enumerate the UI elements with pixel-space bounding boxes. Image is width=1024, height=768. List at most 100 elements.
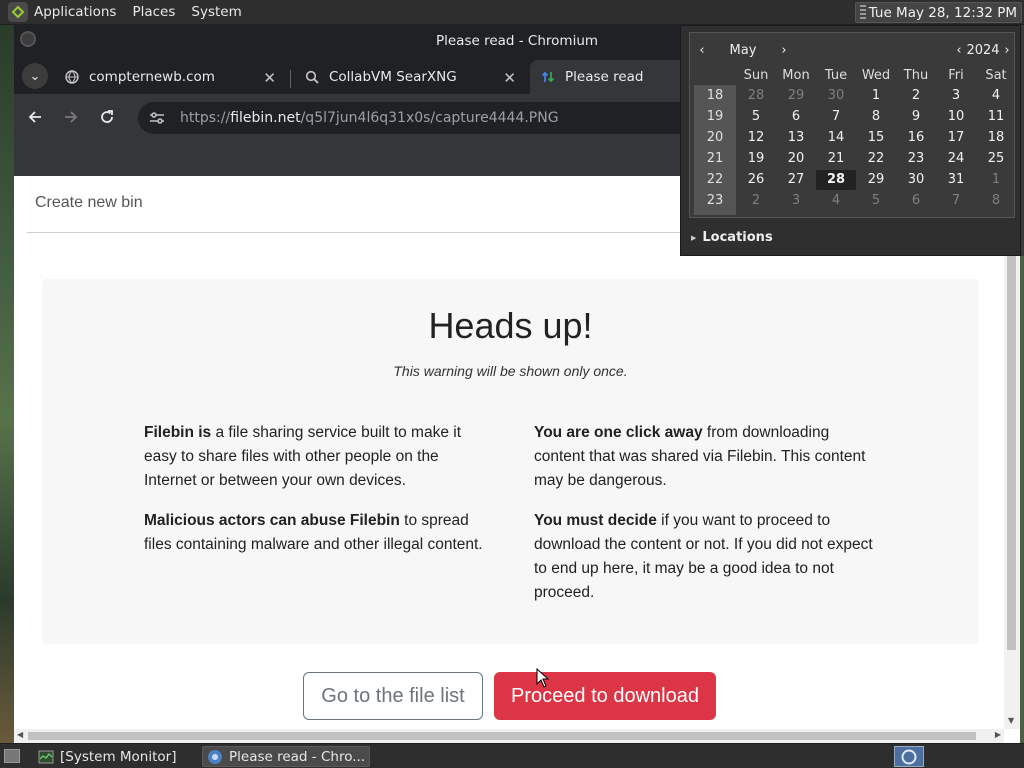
address-bar[interactable]: https://filebin.net/q5l7jun4l6q31x0s/cap… [138,102,738,134]
calendar-day[interactable]: 17 [936,128,976,148]
calendar-day[interactable]: 24 [936,149,976,169]
calendar-day[interactable]: 30 [896,170,936,190]
paragraph-one-click-away: You are one click away from downloading … [534,421,879,493]
calendar-day[interactable]: 6 [896,191,936,211]
bottom-taskbar: [System Monitor] Please read - Chro... [0,743,1024,768]
tab-compternewb[interactable]: compternewb.com ✕ [54,60,286,94]
calendar-day[interactable]: 3 [776,191,816,211]
calendar-day[interactable]: 8 [856,107,896,127]
calendar-day[interactable]: 21 [816,149,856,169]
month-selector: ‹ May › [694,39,792,61]
calendar-day[interactable]: 5 [856,191,896,211]
paragraph-you-must-decide: You must decide if you want to proceed t… [534,509,879,605]
next-year-icon[interactable]: › [1000,43,1014,58]
scroll-down-icon[interactable]: ▼ [1008,716,1014,725]
calendar-day[interactable]: 5 [736,107,776,127]
clock-handle-icon [859,4,866,21]
calendar-day[interactable]: 18 [976,128,1016,148]
tab-collabvm-searxng[interactable]: CollabVM SearXNG ✕ [294,60,526,94]
weekday-label: Mon [782,68,810,83]
menu-places[interactable]: Places [132,4,175,20]
calendar-day[interactable]: 16 [896,128,936,148]
calendar-day[interactable]: 8 [976,191,1016,211]
forward-button[interactable] [56,102,86,132]
task-chromium[interactable]: Please read - Chro... [202,746,370,767]
window-menu-icon[interactable] [20,31,36,47]
calendar-day[interactable]: 28 [816,170,856,190]
tab-search-button[interactable]: ⌄ [22,63,48,89]
paragraph-bold: Filebin is [144,424,212,441]
weekday-label: Tue [824,68,848,83]
calendar-day[interactable]: 29 [776,86,816,106]
distro-logo-icon[interactable] [8,2,28,22]
scrollbar-thumb[interactable] [28,732,976,740]
calendar-day[interactable]: 2 [896,86,936,106]
calendar-day[interactable]: 4 [976,86,1016,106]
calendar-day[interactable]: 1 [976,170,1016,190]
calendar-day[interactable]: 7 [816,107,856,127]
calendar-year: 2024 [966,42,1000,58]
calendar-day[interactable]: 3 [936,86,976,106]
scroll-right-icon[interactable]: ▶ [995,730,1001,739]
calendar-day[interactable]: 2 [736,191,776,211]
globe-icon [64,69,80,85]
calendar-day[interactable]: 30 [816,86,856,106]
calendar-day[interactable]: 12 [736,128,776,148]
close-tab-icon[interactable]: ✕ [503,69,516,87]
calendar-day[interactable]: 22 [856,149,896,169]
desktop-background [0,25,14,743]
close-tab-icon[interactable]: ✕ [263,69,276,87]
clock-applet[interactable]: Tue May 28, 12:32 PM [854,2,1022,23]
calendar-day[interactable]: 31 [936,170,976,190]
calendar-day[interactable]: 28 [736,86,776,106]
calendar-day[interactable]: 29 [856,170,896,190]
calendar-day[interactable]: 27 [776,170,816,190]
calendar-day[interactable]: 9 [896,107,936,127]
calendar-day[interactable]: 13 [776,128,816,148]
tab-label: Please read [565,69,644,85]
menu-system[interactable]: System [191,4,241,20]
menu-applications[interactable]: Applications [34,4,116,20]
prev-year-icon[interactable]: ‹ [952,43,966,58]
calendar-day[interactable]: 4 [816,191,856,211]
weekday-label: Wed [861,68,891,83]
paragraph-filebin-is: Filebin is a file sharing service built … [144,421,489,493]
calendar-day[interactable]: 11 [976,107,1016,127]
vertical-scrollbar[interactable]: ▼ [1004,176,1020,729]
calendar-day[interactable]: 7 [936,191,976,211]
calendar-day[interactable]: 19 [736,149,776,169]
calendar-day[interactable]: 20 [776,149,816,169]
horizontal-scrollbar[interactable]: ◀ ▶ [14,729,1004,743]
weekday-label: Thu [903,68,929,83]
calendar-day[interactable]: 15 [856,128,896,148]
site-info-icon[interactable] [142,111,172,125]
scroll-left-icon[interactable]: ◀ [17,730,23,739]
calendar-day[interactable]: 6 [776,107,816,127]
show-desktop-icon[interactable] [4,749,20,763]
calendar-month: May [729,42,757,58]
task-label: [System Monitor] [60,748,177,765]
calendar-day[interactable]: 26 [736,170,776,190]
create-new-bin-link[interactable]: Create new bin [35,194,143,212]
week-number: 20 [706,130,724,145]
week-number: 23 [706,193,724,208]
back-button[interactable] [20,102,50,132]
calendar-day[interactable]: 1 [856,86,896,106]
reload-button[interactable] [92,102,122,132]
paragraph-bold: You must decide [534,512,657,529]
arrow-left-icon [28,111,41,123]
calendar-day[interactable]: 23 [896,149,936,169]
expander-triangle-icon: ▶ [691,233,697,242]
go-to-file-list-button[interactable]: Go to the file list [303,672,483,720]
calendar-day[interactable]: 25 [976,149,1016,169]
locations-expander[interactable]: ▶ Locations [691,230,773,245]
prev-month-icon[interactable]: ‹ [694,43,710,58]
calendar-day[interactable]: 14 [816,128,856,148]
calendar-day[interactable]: 10 [936,107,976,127]
window-title: Please read - Chromium [435,32,599,49]
next-month-icon[interactable]: › [776,43,792,58]
task-system-monitor[interactable]: [System Monitor] [34,746,198,767]
tray-chromium-icon[interactable] [894,746,924,767]
proceed-to-download-button[interactable]: Proceed to download [494,672,716,720]
warning-subtitle: This warning will be shown only once. [393,363,628,379]
